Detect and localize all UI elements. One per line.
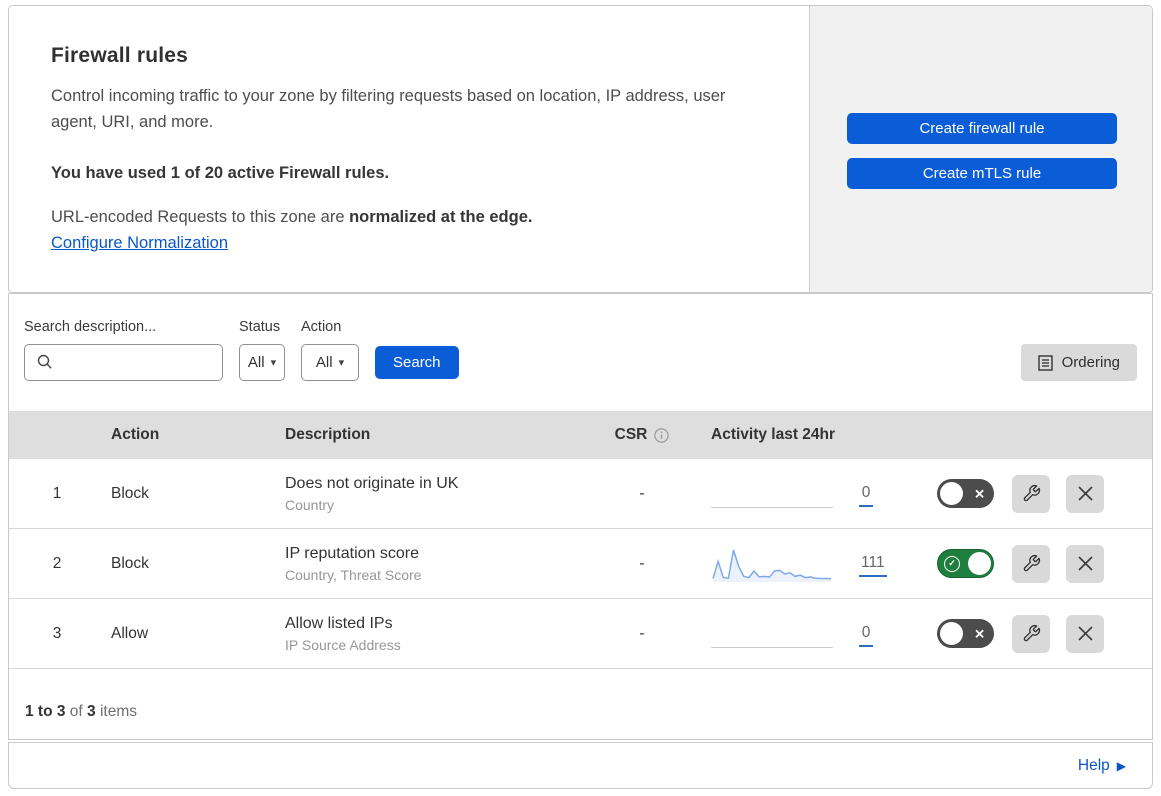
intro-section: Firewall rules Control incoming traffic … <box>9 6 809 292</box>
rule-enabled-toggle[interactable]: ✕ <box>937 479 994 508</box>
help-link[interactable]: Help ▶ <box>1078 757 1126 775</box>
status-filter-select[interactable]: All ▾ <box>239 344 285 381</box>
search-icon <box>37 354 52 369</box>
column-header-activity: Activity last 24hr <box>711 426 836 443</box>
rule-csr-value: - <box>639 484 645 502</box>
ordering-button-label: Ordering <box>1061 354 1120 371</box>
firewall-overview-card: Firewall rules Control incoming traffic … <box>8 5 1153 293</box>
delete-rule-button[interactable] <box>1066 614 1104 653</box>
rule-action: Allow <box>111 624 149 642</box>
search-label: Search description... <box>24 319 157 335</box>
activity-sparkline <box>712 549 832 582</box>
rule-match-fields: IP Source Address <box>285 636 401 653</box>
rule-description: IP reputation score <box>285 544 420 562</box>
wrench-icon <box>1023 624 1040 642</box>
configure-normalization-link[interactable]: Configure Normalization <box>51 234 228 253</box>
column-header-action: Action <box>111 426 160 443</box>
wrench-icon <box>1023 484 1040 502</box>
delete-rule-button[interactable] <box>1066 544 1104 583</box>
rule-description: Allow listed IPs <box>285 614 393 632</box>
rule-priority: 3 <box>52 624 62 642</box>
rule-enabled-toggle[interactable]: ✓ <box>937 549 994 578</box>
items-range: 1 to 3 <box>25 703 66 720</box>
rule-csr-value: - <box>639 554 645 572</box>
action-filter-value: All <box>315 354 333 371</box>
rule-action: Block <box>111 484 149 502</box>
toggle-knob <box>940 622 963 645</box>
create-firewall-rule-button[interactable]: Create firewall rule <box>847 113 1117 144</box>
pagination-summary: 1 to 3 of 3 items <box>25 703 138 720</box>
help-arrow-icon: ▶ <box>1116 758 1126 773</box>
edit-rule-button[interactable] <box>1012 614 1050 653</box>
action-filter-label: Action <box>301 319 342 335</box>
ordering-list-icon <box>1037 354 1053 371</box>
table-header: Action Description CSR Activity last 24h… <box>9 411 1152 459</box>
help-link-label: Help <box>1077 756 1110 774</box>
table-body: 1 Block Does not originate in UK Country… <box>9 459 1152 669</box>
status-filter-label: Status <box>239 319 281 335</box>
edit-rule-button[interactable] <box>1012 544 1050 583</box>
x-icon <box>1077 486 1093 501</box>
rule-match-fields: Country <box>285 496 335 513</box>
rule-priority: 1 <box>52 484 62 502</box>
table-row: 2 Block IP reputation score Country, Thr… <box>9 529 1152 599</box>
toggle-knob <box>968 552 991 575</box>
rule-enabled-toggle[interactable]: ✕ <box>937 619 994 648</box>
rules-list-card: Search description... Status All ▾ Actio… <box>8 293 1153 740</box>
actions-panel: Create firewall rule Create mTLS rule <box>809 6 1152 292</box>
toggle-state-icon: ✓ <box>944 555 960 572</box>
activity-count-link[interactable]: 111 <box>859 554 887 577</box>
info-icon[interactable] <box>654 427 670 443</box>
chevron-down-icon: ▾ <box>338 357 345 369</box>
activity-count-link[interactable]: 0 <box>859 484 873 507</box>
status-filter-value: All <box>247 354 265 371</box>
toggle-state-icon: ✕ <box>974 486 985 501</box>
ordering-button[interactable]: Ordering <box>1020 344 1137 381</box>
table-row: 1 Block Does not originate in UK Country… <box>9 459 1152 529</box>
delete-rule-button[interactable] <box>1066 474 1104 513</box>
activity-flatline <box>711 507 833 508</box>
normalization-note: URL-encoded Requests to this zone are no… <box>51 207 533 226</box>
help-strip: Help ▶ <box>8 742 1153 789</box>
wrench-icon <box>1023 554 1040 572</box>
items-total: 3 <box>87 703 96 720</box>
action-filter-select[interactable]: All ▾ <box>301 344 359 381</box>
edit-rule-button[interactable] <box>1012 474 1050 513</box>
toggle-knob <box>940 482 963 505</box>
rule-priority: 2 <box>52 554 62 572</box>
x-icon <box>1077 626 1093 641</box>
rule-description: Does not originate in UK <box>285 474 459 492</box>
rule-action: Block <box>111 554 149 572</box>
search-box <box>24 344 223 381</box>
create-mtls-rule-button[interactable]: Create mTLS rule <box>847 158 1117 189</box>
x-icon <box>1077 556 1093 571</box>
search-button[interactable]: Search <box>375 346 459 379</box>
table-row: 3 Allow Allow listed IPs IP Source Addre… <box>9 599 1152 669</box>
chevron-down-icon: ▾ <box>270 357 277 369</box>
page-title: Firewall rules <box>51 44 189 67</box>
usage-note: You have used 1 of 20 active Firewall ru… <box>51 163 390 182</box>
page: Firewall rules Control incoming traffic … <box>8 5 1153 789</box>
column-header-description: Description <box>285 426 371 443</box>
activity-flatline <box>711 647 833 648</box>
rule-csr-value: - <box>639 624 645 642</box>
page-description: Control incoming traffic to your zone by… <box>51 87 726 132</box>
activity-count-link[interactable]: 0 <box>859 624 873 647</box>
toggle-state-icon: ✕ <box>974 626 985 641</box>
search-input[interactable] <box>24 344 223 381</box>
column-header-csr: CSR <box>614 426 648 443</box>
rule-match-fields: Country, Threat Score <box>285 566 422 583</box>
filter-bar: Search description... Status All ▾ Actio… <box>9 294 1152 411</box>
